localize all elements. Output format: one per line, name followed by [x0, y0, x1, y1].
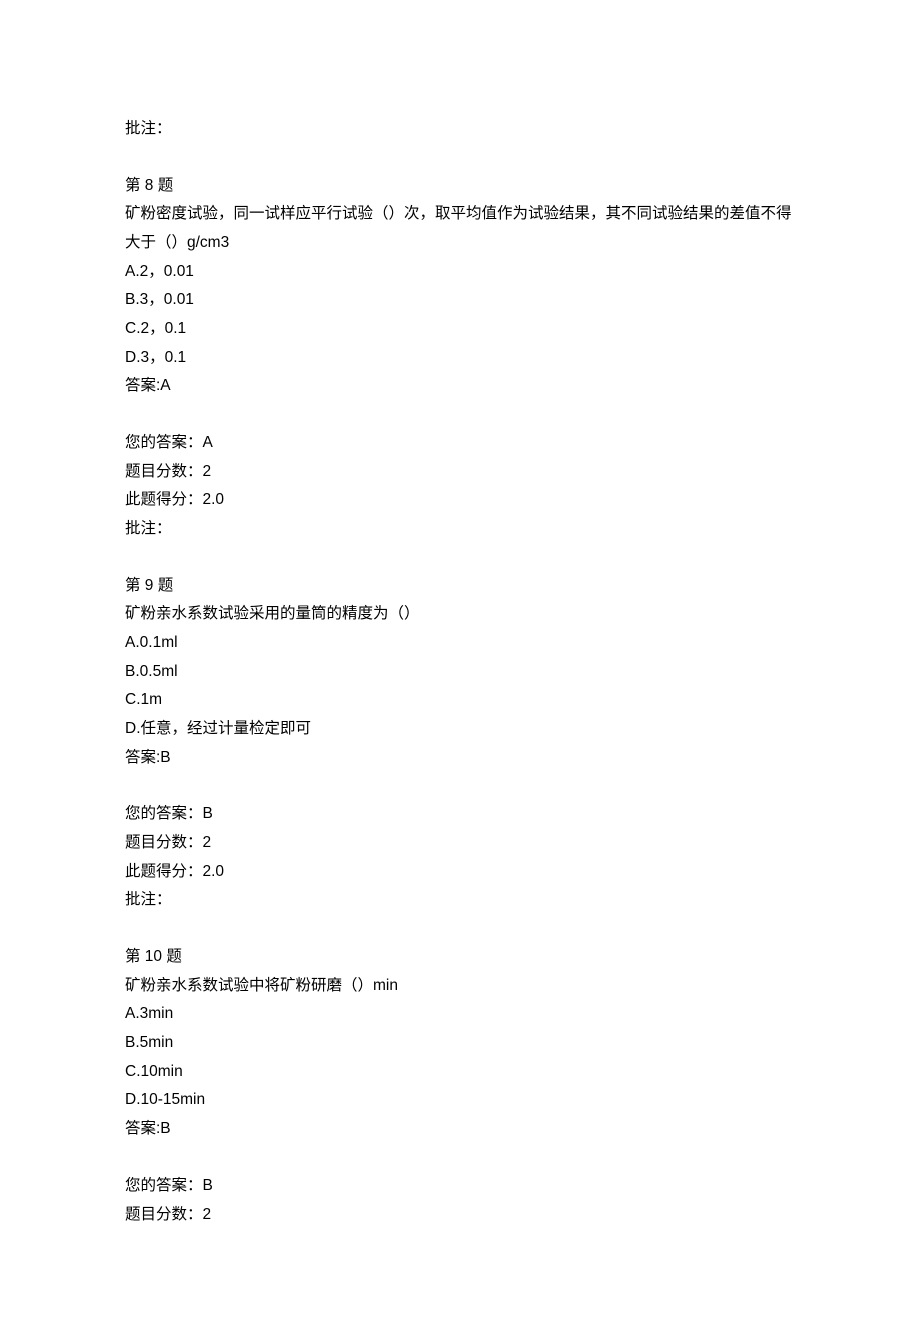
- question-title: 第 8 题: [125, 172, 795, 201]
- question-9: 第 9 题 矿粉亲水系数试验采用的量筒的精度为（） A.0.1ml B.0.5m…: [125, 572, 795, 773]
- option-c: C.2，0.1: [125, 315, 795, 344]
- comment-label: 批注：: [125, 115, 795, 144]
- question-8: 第 8 题 矿粉密度试验，同一试样应平行试验（）次，取平均值作为试验结果，其不同…: [125, 172, 795, 401]
- question-10: 第 10 题 矿粉亲水系数试验中将矿粉研磨（）min A.3min B.5min…: [125, 943, 795, 1144]
- score-total-line: 题目分数：2: [125, 829, 795, 858]
- your-answer-line: 您的答案：A: [125, 429, 795, 458]
- answer-line: 答案:A: [125, 372, 795, 401]
- score-got-line: 此题得分：2.0: [125, 858, 795, 887]
- comment-label: 批注：: [125, 886, 795, 915]
- your-answer-line: 您的答案：B: [125, 1172, 795, 1201]
- answer-line: 答案:B: [125, 1115, 795, 1144]
- comment-label: 批注：: [125, 515, 795, 544]
- question-stem: 矿粉亲水系数试验采用的量筒的精度为（）: [125, 600, 795, 629]
- question-10-result: 您的答案：B 题目分数：2: [125, 1172, 795, 1229]
- question-title: 第 9 题: [125, 572, 795, 601]
- option-b: B.0.5ml: [125, 658, 795, 687]
- option-a: A.3min: [125, 1000, 795, 1029]
- option-d: D.任意，经过计量检定即可: [125, 715, 795, 744]
- option-a: A.0.1ml: [125, 629, 795, 658]
- score-got-line: 此题得分：2.0: [125, 486, 795, 515]
- question-title: 第 10 题: [125, 943, 795, 972]
- score-total-line: 题目分数：2: [125, 458, 795, 487]
- option-c: C.10min: [125, 1058, 795, 1087]
- option-b: B.3，0.01: [125, 286, 795, 315]
- question-9-result: 您的答案：B 题目分数：2 此题得分：2.0 批注：: [125, 800, 795, 915]
- option-b: B.5min: [125, 1029, 795, 1058]
- option-d: D.3，0.1: [125, 344, 795, 373]
- question-stem: 矿粉密度试验，同一试样应平行试验（）次，取平均值作为试验结果，其不同试验结果的差…: [125, 200, 795, 257]
- question-8-result: 您的答案：A 题目分数：2 此题得分：2.0 批注：: [125, 429, 795, 544]
- option-a: A.2，0.01: [125, 258, 795, 287]
- option-d: D.10-15min: [125, 1086, 795, 1115]
- prev-question-tail: 批注：: [125, 115, 795, 144]
- question-stem: 矿粉亲水系数试验中将矿粉研磨（）min: [125, 972, 795, 1001]
- answer-line: 答案:B: [125, 744, 795, 773]
- your-answer-line: 您的答案：B: [125, 800, 795, 829]
- option-c: C.1m: [125, 686, 795, 715]
- score-total-line: 题目分数：2: [125, 1201, 795, 1230]
